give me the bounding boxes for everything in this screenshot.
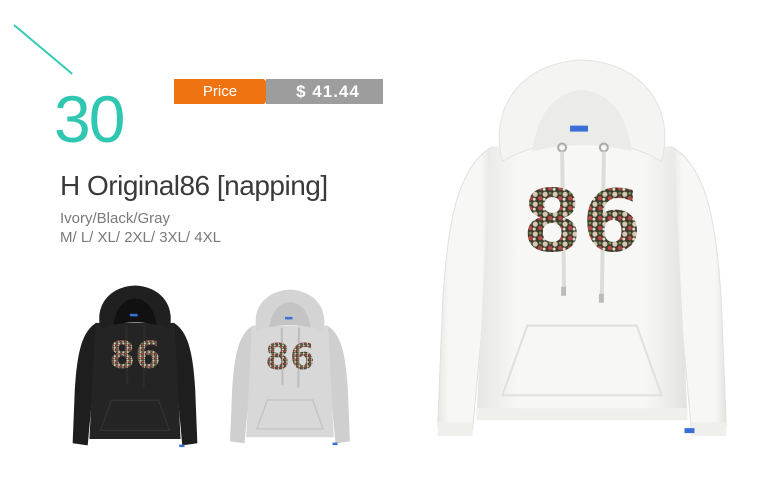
hoodie-black-image: 86 — [72, 285, 198, 448]
size-options: M/ L/ XL/ 2XL/ 3XL/ 4XL — [60, 229, 221, 246]
decorative-diagonal-line — [13, 24, 73, 75]
product-number: 30 — [54, 82, 125, 156]
print-86-graphic: 86 — [522, 173, 641, 272]
hoodie-gray-image: 86 — [230, 289, 350, 446]
price-label: Price — [202, 83, 238, 100]
hoodie-ivory-main-image: 86 — [437, 59, 727, 437]
price-value: $ 41.44 — [296, 82, 360, 101]
print-86-graphic: 86 — [109, 334, 160, 377]
brand-tag-icon — [570, 125, 588, 132]
print-86-graphic: 86 — [265, 337, 314, 378]
product-title: H Original86 [napping] — [60, 170, 328, 201]
color-options: Ivory/Black/Gray — [60, 210, 171, 227]
